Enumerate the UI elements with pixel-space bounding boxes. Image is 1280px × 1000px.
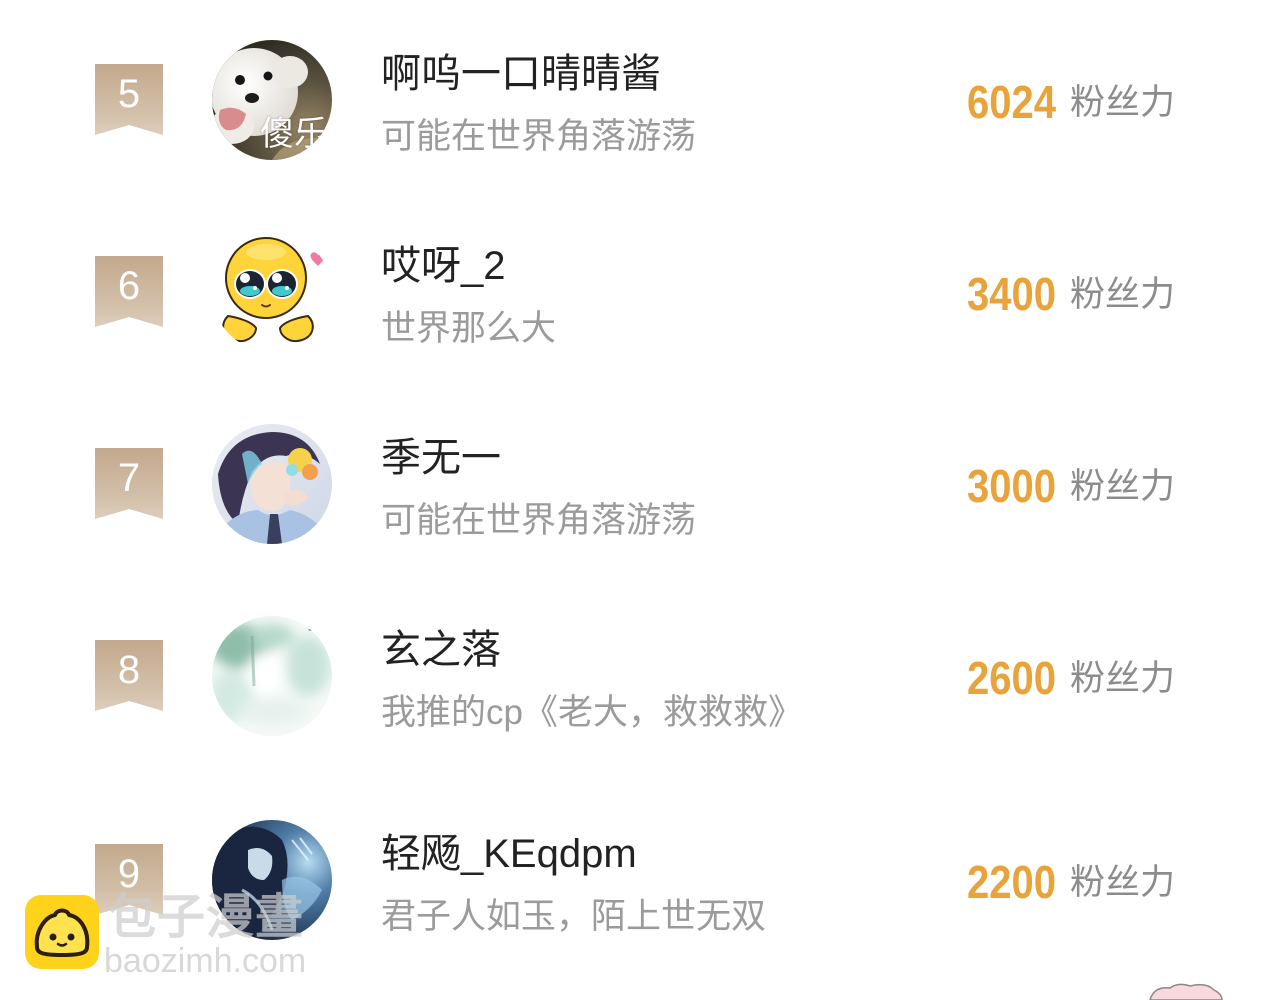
rank-badge: 6 — [95, 256, 163, 327]
user-bio: 可能在世界角落游荡 — [381, 117, 697, 156]
user-name: 啊呜一口晴晴酱 — [381, 52, 661, 96]
fan-power-label: 粉丝力 — [1070, 863, 1176, 902]
user-bio: 可能在世界角落游荡 — [381, 501, 697, 540]
ranking-row[interactable]: 9 轻飏_KEqdpm 君子人如玉，陌上世无双 2200 粉丝力 — [0, 820, 1280, 942]
fan-power-score: 3400 — [967, 268, 1057, 320]
fan-power-score: 6024 — [967, 76, 1057, 128]
user-avatar[interactable] — [212, 232, 332, 352]
rank-number: 8 — [117, 648, 141, 692]
user-name: 哎呀_2 — [381, 244, 506, 288]
rank-badge: 7 — [95, 448, 163, 519]
ranking-row[interactable]: 5 傻乐 啊呜一口晴晴酱 可能在世界角落游荡 6024 粉丝力 — [0, 40, 1280, 162]
fan-power-label: 粉丝力 — [1070, 275, 1176, 314]
user-name: 季无一 — [381, 436, 501, 480]
user-name: 轻飏_KEqdpm — [381, 832, 637, 876]
fan-power-label: 粉丝力 — [1070, 467, 1176, 506]
ranking-row[interactable]: 6 哎呀_2 世界那么大 3400 粉丝力 — [0, 232, 1280, 354]
ranking-row[interactable]: 8 玄之落 我推的cp《老大，救救救》 2600 粉丝力 — [0, 616, 1280, 738]
rank-number: 5 — [117, 72, 141, 116]
rank-number: 7 — [117, 456, 141, 500]
crying-yellow-emoji-avatar — [212, 232, 332, 352]
rank-badge: 5 — [95, 64, 163, 135]
avatar-overlay-text: 傻乐 — [260, 115, 328, 153]
rank-badge: 8 — [95, 640, 163, 711]
rank-badge: 9 — [95, 844, 163, 915]
user-avatar[interactable]: 傻乐 — [212, 40, 332, 160]
user-avatar[interactable] — [212, 820, 332, 940]
dark-anime-character-avatar — [212, 820, 332, 940]
user-avatar[interactable] — [212, 424, 332, 544]
user-bio: 世界那么大 — [381, 309, 557, 348]
fan-ranking-list: 5 傻乐 啊呜一口晴晴酱 可能在世界角落游荡 6024 粉丝力 6 哎呀_2 世… — [0, 0, 1280, 1000]
anime-boy-avatar — [212, 424, 332, 544]
user-bio: 君子人如玉，陌上世无双 — [381, 897, 767, 936]
fan-power-score: 3000 — [967, 460, 1057, 512]
misty-landscape-avatar — [212, 616, 332, 736]
fan-power-label: 粉丝力 — [1070, 83, 1176, 122]
fan-power-label: 粉丝力 — [1070, 659, 1176, 698]
user-name: 玄之落 — [381, 628, 501, 672]
rank-number: 6 — [117, 264, 141, 308]
pink-sticker-icon — [1149, 983, 1223, 1000]
user-bio: 我推的cp《老大，救救救》 — [381, 693, 803, 732]
fan-power-score: 2600 — [967, 652, 1057, 704]
fan-power-score: 2200 — [967, 856, 1057, 908]
user-avatar[interactable] — [212, 616, 332, 736]
rank-number: 9 — [117, 852, 141, 896]
ranking-row[interactable]: 7 季无一 可能在世界角落游荡 3000 粉丝力 — [0, 424, 1280, 546]
